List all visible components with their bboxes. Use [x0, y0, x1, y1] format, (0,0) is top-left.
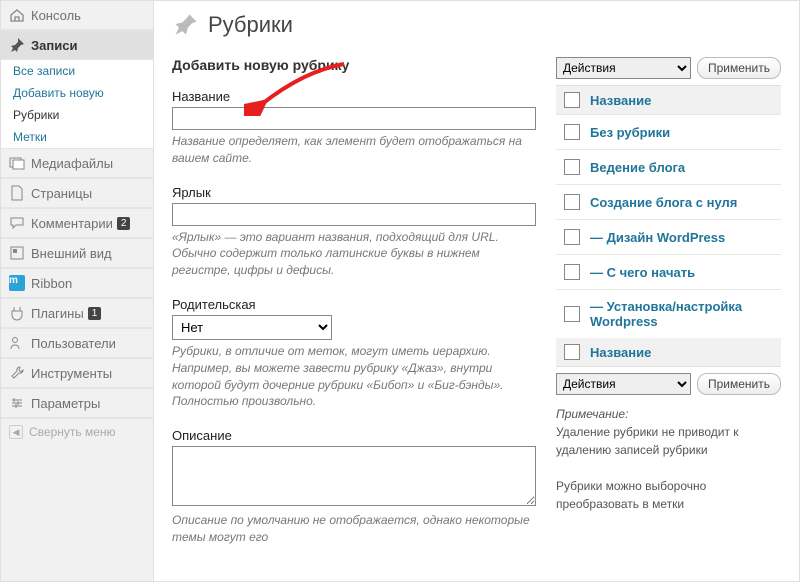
- home-icon: [9, 7, 25, 23]
- footer-note: Примечание: Удаление рубрики не приводит…: [556, 405, 781, 513]
- select-all-checkbox[interactable]: [564, 92, 580, 108]
- slug-desc: «Ярлык» — это вариант названия, подходящ…: [172, 229, 536, 279]
- label: Страницы: [31, 186, 92, 201]
- title-text: Рубрики: [208, 12, 293, 38]
- description-label: Описание: [172, 428, 536, 443]
- row-checkbox[interactable]: [564, 194, 580, 210]
- description-input[interactable]: [172, 446, 536, 506]
- apply-button-bottom[interactable]: Применить: [697, 373, 781, 395]
- plugin-icon: [9, 305, 25, 321]
- sidebar-sub-categories[interactable]: Рубрики: [1, 104, 153, 126]
- sidebar-item-plugins[interactable]: Плагины 1: [1, 298, 153, 328]
- label: Консоль: [31, 8, 81, 23]
- sidebar-sub-add-new[interactable]: Добавить новую: [1, 82, 153, 104]
- pushpin-icon: [172, 11, 200, 39]
- category-link[interactable]: Создание блога с нуля: [590, 195, 737, 210]
- sidebar-item-comments[interactable]: Комментарии 2: [1, 208, 153, 238]
- label: Медиафайлы: [31, 156, 113, 171]
- row-checkbox[interactable]: [564, 229, 580, 245]
- settings-icon: [9, 395, 25, 411]
- plugins-count-badge: 1: [88, 307, 102, 320]
- categories-table: Название Без рубрики Ведение блога Создани…: [556, 85, 781, 367]
- category-link[interactable]: — Установка/настройка Wordpress: [590, 299, 773, 329]
- label: Пользователи: [31, 336, 116, 351]
- name-input[interactable]: [172, 107, 536, 130]
- table-row: — Дизайн WordPress: [556, 219, 781, 254]
- description-desc: Описание по умолчанию не отображается, о…: [172, 512, 536, 546]
- label: Свернуть меню: [29, 425, 116, 439]
- pin-icon: [9, 37, 25, 53]
- row-checkbox[interactable]: [564, 124, 580, 140]
- collapse-icon: ◀: [9, 425, 23, 439]
- category-link[interactable]: — Дизайн WordPress: [590, 230, 725, 245]
- category-link[interactable]: Ведение блога: [590, 160, 685, 175]
- ribbon-icon: m: [9, 275, 25, 291]
- collapse-menu[interactable]: ◀ Свернуть меню: [1, 418, 153, 445]
- label: Комментарии: [31, 216, 113, 231]
- sidebar-sub-tags[interactable]: Метки: [1, 126, 153, 148]
- table-row: — С чего начать: [556, 254, 781, 289]
- sidebar-item-posts[interactable]: Записи: [1, 30, 153, 60]
- page-icon: [9, 185, 25, 201]
- bulk-action-select-top[interactable]: Действия: [556, 57, 691, 79]
- table-row: Ведение блога: [556, 149, 781, 184]
- label: Записи: [31, 38, 77, 53]
- form-heading: Добавить новую рубрику: [172, 57, 536, 73]
- category-link[interactable]: — С чего начать: [590, 265, 695, 280]
- sidebar-item-users[interactable]: Пользователи: [1, 328, 153, 358]
- slug-input[interactable]: [172, 203, 536, 226]
- sidebar-sub-all-posts[interactable]: Все записи: [1, 60, 153, 82]
- bulk-action-select-bottom[interactable]: Действия: [556, 373, 691, 395]
- category-link[interactable]: Без рубрики: [590, 125, 670, 140]
- table-header: Название: [556, 86, 781, 114]
- parent-select[interactable]: Нет: [172, 315, 332, 340]
- table-row: Без рубрики: [556, 114, 781, 149]
- table-row: — Установка/настройка Wordpress: [556, 289, 781, 338]
- row-checkbox[interactable]: [564, 159, 580, 175]
- parent-desc: Рубрики, в отличие от меток, могут иметь…: [172, 343, 536, 410]
- sidebar-item-tools[interactable]: Инструменты: [1, 358, 153, 388]
- name-label: Название: [172, 89, 536, 104]
- label: Ribbon: [31, 276, 72, 291]
- label: Инструменты: [31, 366, 112, 381]
- row-checkbox[interactable]: [564, 264, 580, 280]
- name-desc: Название определяет, как элемент будет о…: [172, 133, 536, 167]
- table-footer: Название: [556, 338, 781, 366]
- media-icon: [9, 155, 25, 171]
- table-row: Создание блога с нуля: [556, 184, 781, 219]
- slug-label: Ярлык: [172, 185, 536, 200]
- select-all-checkbox-bottom[interactable]: [564, 344, 580, 360]
- parent-label: Родительская: [172, 297, 536, 312]
- comment-icon: [9, 215, 25, 231]
- label: Плагины: [31, 306, 84, 321]
- sidebar-item-console[interactable]: Консоль: [1, 1, 153, 30]
- appearance-icon: [9, 245, 25, 261]
- sidebar-item-ribbon[interactable]: m Ribbon: [1, 268, 153, 298]
- col-name[interactable]: Название: [590, 345, 651, 360]
- label: Параметры: [31, 396, 100, 411]
- label: Внешний вид: [31, 246, 112, 261]
- comments-count-badge: 2: [117, 217, 131, 230]
- sidebar-item-pages[interactable]: Страницы: [1, 178, 153, 208]
- sidebar-item-appearance[interactable]: Внешний вид: [1, 238, 153, 268]
- apply-button-top[interactable]: Применить: [697, 57, 781, 79]
- page-title: Рубрики: [172, 11, 781, 39]
- tools-icon: [9, 365, 25, 381]
- sidebar-item-media[interactable]: Медиафайлы: [1, 148, 153, 178]
- users-icon: [9, 335, 25, 351]
- row-checkbox[interactable]: [564, 306, 580, 322]
- sidebar-item-settings[interactable]: Параметры: [1, 388, 153, 418]
- col-name[interactable]: Название: [590, 93, 651, 108]
